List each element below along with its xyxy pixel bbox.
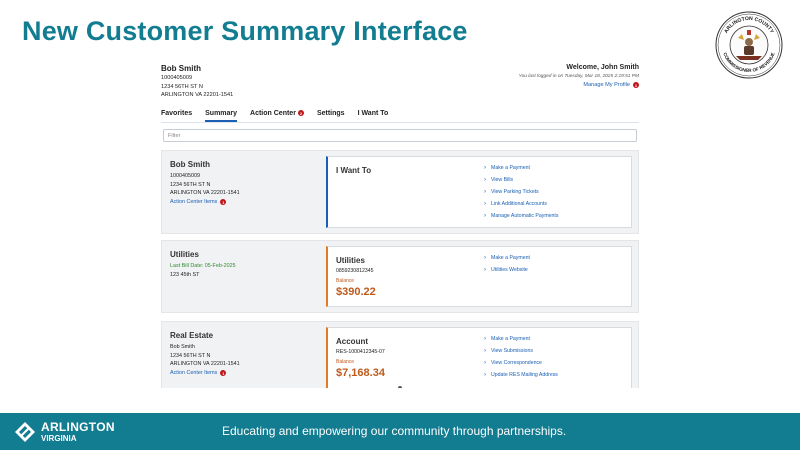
footer-bar: ARLINGTON VIRGINIA Educating and empower… <box>0 413 800 450</box>
scroll-indicator <box>398 386 402 388</box>
logo-line2: VIRGINIA <box>41 434 77 443</box>
customer-action-badge: 1 <box>220 199 227 205</box>
utilities-balance-label: Balance <box>336 278 355 284</box>
real-estate-account-panel: Account RES-1000412345-07 Balance $7,168… <box>326 327 632 388</box>
utilities-card-title: Utilities <box>170 250 199 259</box>
footer-tagline: Educating and empowering our community t… <box>222 424 567 438</box>
link-view-submissions[interactable]: › View Submissions <box>484 348 533 354</box>
customer-card-address1: 1234 56TH ST N <box>170 182 211 188</box>
customer-address-line2: ARLINGTON VA 22201-1541 <box>161 92 234 98</box>
link-view-correspondence[interactable]: › View Correspondence <box>484 360 542 366</box>
chevron-right-icon: › <box>484 165 486 171</box>
link-view-bills[interactable]: › View Bills <box>484 177 513 183</box>
chevron-right-icon: › <box>484 255 486 261</box>
link-update-res-mailing-address[interactable]: › Update RES Mailing Address <box>484 372 558 378</box>
action-center-badge: 2 <box>297 110 304 116</box>
real-estate-balance-value: $7,168.34 <box>336 367 385 379</box>
utilities-panel: Utilities 0859230812345 Balance $390.22 … <box>326 246 632 307</box>
utilities-balance-value: $390.22 <box>336 286 376 298</box>
real-estate-card-title: Real Estate <box>170 331 214 340</box>
real-estate-balance-label: Balance <box>336 359 355 365</box>
i-want-to-panel: I Want To › Make a Payment › View Bills › V… <box>326 156 632 228</box>
customer-name: Bob Smith <box>161 64 201 73</box>
slide-title: New Customer Summary Interface <box>22 16 468 46</box>
real-estate-address1: 1234 56TH ST N <box>170 353 211 359</box>
link-manage-automatic-payments[interactable]: › Manage Automatic Payments <box>484 213 558 219</box>
manage-profile-label: Manage My Profile <box>583 82 630 88</box>
link-make-payment[interactable]: › Make a Payment <box>484 165 530 171</box>
customer-portal: Bob Smith 1000405009 1234 56TH ST N ARLI… <box>161 58 639 388</box>
manage-profile-link[interactable]: Manage My Profile 1 <box>583 82 639 88</box>
link-view-parking-tickets[interactable]: › View Parking Tickets <box>484 189 539 195</box>
commissioner-seal-logo: ARLINGTON COUNTY COMMISSIONER OF REVENUE <box>715 11 783 79</box>
arlington-diamond-icon <box>15 422 35 442</box>
welcome-message: Welcome, John Smith <box>566 64 639 71</box>
chevron-right-icon: › <box>484 189 486 195</box>
utilities-last-bill-date: Last Bill Date: 05-Feb-2025 <box>170 263 236 269</box>
utilities-panel-title: Utilities <box>336 256 365 265</box>
real-estate-card: Real Estate Bob Smith 1234 56TH ST N ARL… <box>161 321 639 388</box>
real-estate-account-number: RES-1000412345-07 <box>336 349 385 355</box>
chevron-right-icon: › <box>484 348 486 354</box>
profile-alert-badge: 1 <box>633 82 639 88</box>
account-panel-title: Account <box>336 337 368 346</box>
customer-account-number: 1000405009 <box>161 75 193 81</box>
last-login-text: You last logged in on Tuesday, Mar 18, 2… <box>518 74 639 79</box>
logo-line1: ARLINGTON <box>41 420 115 434</box>
chevron-right-icon: › <box>484 267 486 273</box>
customer-address-line1: 1234 56TH ST N <box>161 84 203 90</box>
arlington-logo: ARLINGTON VIRGINIA <box>14 421 115 443</box>
link-utilities-make-payment[interactable]: › Make a Payment <box>484 255 530 261</box>
customer-card: Bob Smith 1000405009 1234 56TH ST N ARLI… <box>161 150 639 234</box>
utilities-service-address: 123 45th ST <box>170 272 200 278</box>
link-utilities-website[interactable]: › Utilities Website <box>484 267 528 273</box>
chevron-right-icon: › <box>484 201 486 207</box>
real-estate-action-badge: 1 <box>220 370 227 376</box>
tab-divider <box>161 122 639 123</box>
real-estate-owner: Bob Smith <box>170 344 195 350</box>
i-want-to-panel-title: I Want To <box>336 166 372 175</box>
chevron-right-icon: › <box>484 336 486 342</box>
utilities-card: Utilities Last Bill Date: 05-Feb-2025 12… <box>161 240 639 313</box>
chevron-right-icon: › <box>484 360 486 366</box>
filter-input[interactable]: Filter <box>163 129 637 142</box>
customer-action-center-link[interactable]: Action Center Items 1 <box>170 199 227 205</box>
customer-card-account: 1000405009 <box>170 173 200 179</box>
link-link-additional-accounts[interactable]: › Link Additional Accounts <box>484 201 547 207</box>
customer-card-address2: ARLINGTON VA 22201-1541 <box>170 190 240 196</box>
customer-card-title: Bob Smith <box>170 160 210 169</box>
link-res-make-payment[interactable]: › Make a Payment <box>484 336 530 342</box>
utilities-account-number: 0859230812345 <box>336 268 374 274</box>
chevron-right-icon: › <box>484 372 486 378</box>
real-estate-address2: ARLINGTON VA 22201-1541 <box>170 361 240 367</box>
real-estate-action-center-link[interactable]: Action Center Items 1 <box>170 370 227 376</box>
chevron-right-icon: › <box>484 213 486 219</box>
chevron-right-icon: › <box>484 177 486 183</box>
